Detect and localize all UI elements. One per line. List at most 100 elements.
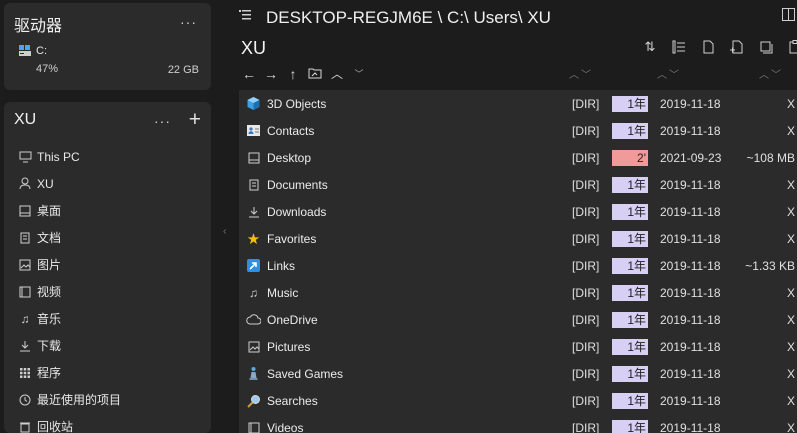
file-type: [DIR]	[572, 313, 600, 327]
file-name[interactable]: OneDrive	[267, 313, 318, 327]
new-file-icon[interactable]	[700, 39, 716, 55]
size-sort-chevrons-icon[interactable]: ︿﹀	[759, 66, 783, 81]
file-size: X	[786, 394, 795, 408]
sidebar-item[interactable]: 回收站	[4, 413, 211, 433]
modified-date: 2019-11-18	[660, 97, 721, 111]
file-type: [DIR]	[572, 394, 600, 408]
file-name[interactable]: Saved Games	[267, 367, 343, 381]
up-arrow-icon[interactable]: ↑	[285, 66, 301, 82]
file-size: X	[786, 313, 795, 327]
desktop-icon	[246, 150, 261, 165]
file-name[interactable]: Pictures	[267, 340, 310, 354]
hamburger-menu-icon[interactable]	[239, 10, 251, 20]
sidebar-item[interactable]: ♫ 音乐	[4, 305, 211, 332]
document-icon	[246, 177, 261, 192]
monitor-icon	[18, 150, 32, 164]
sort-icon[interactable]: ⇅	[642, 39, 658, 55]
file-type: [DIR]	[572, 286, 600, 300]
table-row[interactable]: ★ Favorites [DIR] 1年 2019-11-18 X	[239, 225, 797, 252]
table-row[interactable]: Downloads [DIR] 1年 2019-11-18 X	[239, 198, 797, 225]
file-name[interactable]: Searches	[267, 394, 318, 408]
date-sort-chevrons-icon[interactable]: ︿﹀	[657, 66, 681, 81]
favorites-panel: XU ··· + This PC XU 桌面 文档 图片 视频 ♫ 音乐 下载 程序 最近使用的项目…	[4, 102, 211, 433]
table-row[interactable]: Searches [DIR] 1年 2019-11-18 X	[239, 387, 797, 414]
collapse-chevron-icon[interactable]: ︿	[329, 65, 345, 82]
toolbar: ⇅	[642, 39, 797, 55]
drives-panel: 驱动器 ··· C: 47% 22 GB	[4, 3, 211, 90]
address-path[interactable]: DESKTOP-REGJM6E \ C:\ Users\ XU	[266, 8, 551, 28]
drive-usage-percent: 47%	[36, 63, 59, 75]
file-name[interactable]: Favorites	[267, 232, 316, 246]
age-badge: 1年	[612, 123, 648, 139]
table-row[interactable]: Contacts [DIR] 1年 2019-11-18 X	[239, 117, 797, 144]
file-name[interactable]: Videos	[267, 421, 303, 433]
sidebar-item-label: 视频	[37, 285, 62, 299]
table-row[interactable]: Saved Games [DIR] 1年 2019-11-18 X	[239, 360, 797, 387]
add-favorite-button[interactable]: +	[189, 109, 201, 130]
picture-icon	[18, 258, 32, 272]
paste-icon[interactable]	[787, 39, 797, 55]
document-icon	[18, 231, 32, 245]
back-arrow-icon[interactable]: ←	[241, 66, 257, 82]
file-list: 3D Objects [DIR] 1年 2019-11-18 X Contacts [DIR…	[239, 90, 797, 433]
file-type: [DIR]	[572, 205, 600, 219]
forward-arrow-icon[interactable]: →	[263, 66, 279, 82]
drive-name[interactable]: C:	[36, 45, 47, 57]
sidebar-item[interactable]: 文档	[4, 224, 211, 251]
user-icon	[18, 177, 32, 191]
expand-chevron-icon[interactable]: ﹀	[351, 67, 367, 80]
sidebar-item-label: 程序	[37, 366, 62, 380]
collapse-sidebar-chevron-icon[interactable]: ‹	[223, 226, 226, 237]
table-row[interactable]: Documents [DIR] 1年 2019-11-18 X	[239, 171, 797, 198]
age-badge: 1年	[612, 285, 648, 301]
table-row[interactable]: ♫ Music [DIR] 1年 2019-11-18 X	[239, 279, 797, 306]
table-row[interactable]: Links [DIR] 1年 2019-11-18 ~1.33 KB	[239, 252, 797, 279]
cube-icon	[246, 96, 261, 111]
drives-more-button[interactable]: ···	[180, 14, 197, 30]
download-icon	[246, 204, 261, 219]
file-name[interactable]: Music	[267, 286, 298, 300]
list-view-icon[interactable]	[671, 39, 687, 55]
sidebar-item[interactable]: XU	[4, 170, 211, 197]
sidebar-item-label: 文档	[37, 231, 62, 245]
copy-icon[interactable]	[758, 39, 774, 55]
folder-open-icon[interactable]	[307, 66, 323, 82]
age-badge: 1年	[612, 231, 648, 247]
file-name[interactable]: Documents	[267, 178, 328, 192]
table-row[interactable]: Desktop [DIR] 2' 2021-09-23 ~108 MB	[239, 144, 797, 171]
table-row[interactable]: 3D Objects [DIR] 1年 2019-11-18 X	[239, 90, 797, 117]
file-size: ~108 MB	[746, 151, 795, 165]
cloud-icon	[246, 312, 261, 327]
file-size: X	[786, 205, 795, 219]
table-row[interactable]: Videos [DIR] 1年 2019-11-18 X	[239, 414, 797, 433]
sidebar-item[interactable]: 下载	[4, 332, 211, 359]
file-name[interactable]: Links	[267, 259, 295, 273]
file-name[interactable]: Contacts	[267, 124, 314, 138]
file-name[interactable]: Desktop	[267, 151, 311, 165]
type-sort-chevrons-icon[interactable]: ︿﹀	[569, 66, 593, 81]
sidebar-item[interactable]: 桌面	[4, 197, 211, 224]
sidebar-item[interactable]: 最近使用的项目	[4, 386, 211, 413]
sidebar-item[interactable]: 程序	[4, 359, 211, 386]
favorites-more-button[interactable]: ···	[154, 113, 171, 129]
age-badge: 1年	[612, 393, 648, 409]
age-badge: 1年	[612, 420, 648, 433]
drive-icon	[19, 45, 31, 56]
favorites-panel-title: XU	[14, 111, 37, 128]
table-row[interactable]: OneDrive [DIR] 1年 2019-11-18 X	[239, 306, 797, 333]
modified-date: 2019-11-18	[660, 421, 721, 433]
sidebar-item[interactable]: 图片	[4, 251, 211, 278]
sidebar-item[interactable]: This PC	[4, 143, 211, 170]
file-name[interactable]: Downloads	[267, 205, 326, 219]
contacts-icon	[246, 123, 261, 138]
sidebar-item-label: 最近使用的项目	[37, 393, 122, 407]
sidebar-item-label: 桌面	[37, 204, 62, 218]
split-view-icon[interactable]	[782, 8, 795, 21]
picture-icon	[246, 339, 261, 354]
sidebar-item[interactable]: 视频	[4, 278, 211, 305]
file-size: X	[786, 367, 795, 381]
new-folder-icon[interactable]	[729, 39, 745, 55]
file-name[interactable]: 3D Objects	[267, 97, 326, 111]
modified-date: 2019-11-18	[660, 394, 721, 408]
table-row[interactable]: Pictures [DIR] 1年 2019-11-18 X	[239, 333, 797, 360]
